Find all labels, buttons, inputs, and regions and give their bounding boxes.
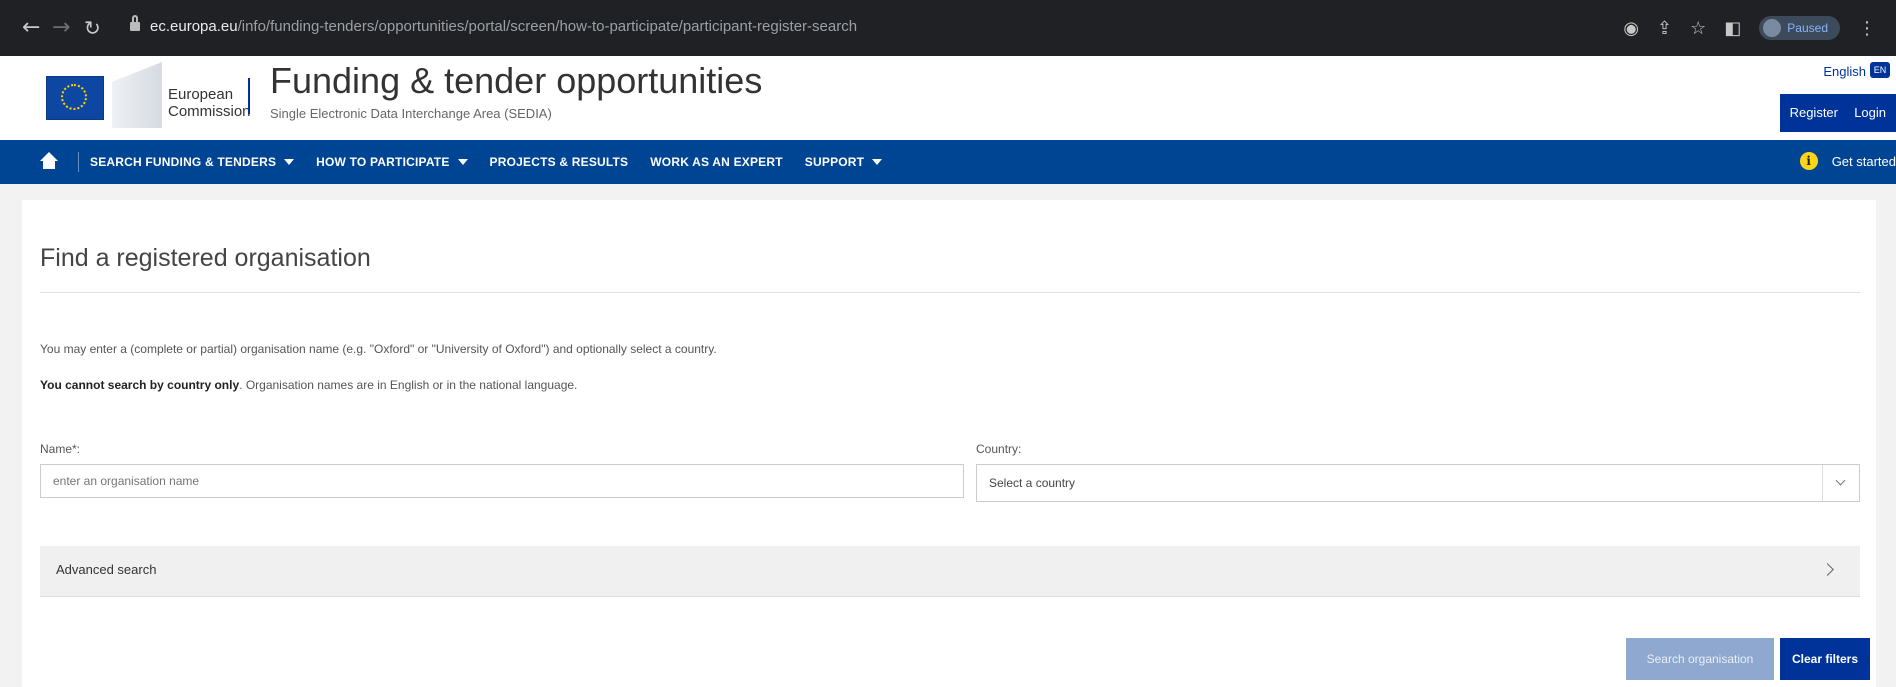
eu-flag-icon [46,76,104,120]
forward-arrow-icon[interactable]: → [52,16,70,40]
advanced-search-label: Advanced search [56,562,157,577]
nav-item-search-funding[interactable]: SEARCH FUNDING & TENDERS [90,155,295,169]
profile-button[interactable]: Paused [1759,16,1840,40]
nav-menu: SEARCH FUNDING & TENDERS HOW TO PARTICIP… [90,140,883,184]
instructions-text: You may enter a (complete or partial) or… [40,342,717,356]
get-started-label: Get started [1831,153,1896,169]
nav-item-projects-results[interactable]: PROJECTS & RESULTS [490,155,629,169]
chevron-right-icon [1821,563,1834,576]
get-started-link[interactable]: i Get started [1799,152,1896,170]
country-note-text: You cannot search by country only. Organ… [40,378,578,392]
extension-icon[interactable]: ◉ [1623,18,1639,39]
avatar [1763,19,1782,37]
name-label: Name*: [40,442,81,456]
url-text: ec.europa.eu/info/funding-tenders/opport… [150,18,858,35]
lock-icon [130,15,140,32]
menu-kebab-icon[interactable]: ⋮ [1858,18,1876,39]
language-code-badge[interactable]: EN [1870,62,1890,78]
nav-item-how-to-participate[interactable]: HOW TO PARTICIPATE [316,155,468,169]
organisation-name-input[interactable] [40,464,964,498]
reload-icon[interactable]: ↻ [84,16,101,40]
berlaymont-logo-graphic [112,62,162,128]
chevron-down-icon [1822,465,1859,501]
main-navigation: SEARCH FUNDING & TENDERS HOW TO PARTICIP… [0,140,1896,184]
header-divider [248,78,250,114]
browser-toolbar: ← → ↻ ec.europa.eu/info/funding-tenders/… [0,0,1896,56]
ec-logo[interactable]: European Commission [20,62,251,134]
login-button[interactable]: Login [1844,94,1896,132]
address-bar[interactable]: ec.europa.eu/info/funding-tenders/opport… [122,12,1622,44]
info-icon: i [1799,152,1818,170]
country-label: Country: [976,442,1022,456]
caret-down-icon [872,159,883,165]
clear-filters-button[interactable]: Clear filters [1780,638,1870,680]
register-button[interactable]: Register [1779,94,1848,132]
ec-name: European Commission [168,86,251,120]
advanced-search-toggle[interactable]: Advanced search [40,546,1860,597]
sidepanel-icon[interactable]: ◧ [1724,18,1741,39]
country-select[interactable]: Select a country [976,464,1860,502]
share-icon[interactable]: ⇪ [1657,18,1672,39]
bookmark-star-icon[interactable]: ☆ [1690,18,1706,39]
title-divider [40,292,1860,293]
home-icon[interactable] [40,152,58,170]
search-organisation-button[interactable]: Search organisation [1626,638,1774,680]
caret-down-icon [457,159,468,165]
caret-down-icon [284,159,295,165]
language-selector[interactable]: English [1823,64,1866,79]
search-card: Find a registered organisation You may e… [22,200,1876,687]
browser-toolbar-icons: ◉ ⇪ ☆ ◧ Paused ⋮ [1623,14,1876,42]
nav-item-support[interactable]: SUPPORT [805,155,883,169]
back-arrow-icon[interactable]: ← [22,16,40,40]
nav-item-work-as-expert[interactable]: WORK AS AN EXPERT [650,155,783,169]
site-subtitle: Single Electronic Data Interchange Area … [270,106,552,121]
country-select-value: Select a country [989,476,1076,490]
page-title: Find a registered organisation [40,244,371,272]
site-title: Funding & tender opportunities [270,60,763,101]
profile-status-label: Paused [1787,21,1828,35]
site-header: European Commission Funding & tender opp… [0,56,1896,140]
nav-separator [78,152,79,172]
